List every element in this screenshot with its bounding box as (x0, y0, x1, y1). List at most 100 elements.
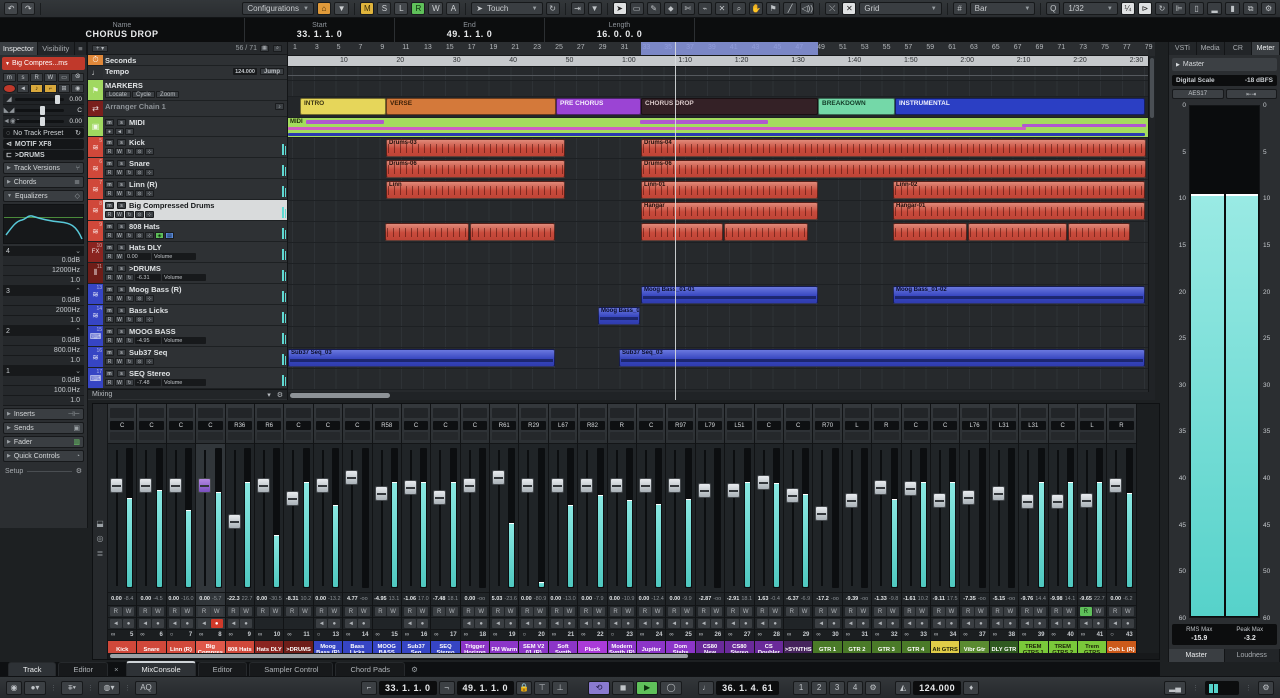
channel-pan-value[interactable]: R36 (227, 421, 252, 430)
fader-cap[interactable] (785, 488, 799, 504)
arranger-active-icon[interactable]: ♪ (275, 103, 284, 110)
channel-fader-db[interactable]: -17.2 (816, 596, 829, 602)
channel-write-button[interactable]: W (122, 607, 135, 616)
channel-read-button[interactable]: R (462, 607, 475, 616)
channel-record-button[interactable]: ● (504, 619, 517, 628)
channel-record-button[interactable]: ● (1063, 619, 1075, 628)
channel-record-button[interactable]: ● (210, 619, 223, 628)
channel-pan-value[interactable]: R61 (492, 421, 517, 430)
channel-fader-area[interactable] (637, 444, 666, 593)
channel-read-button[interactable]: R (727, 607, 739, 616)
channel-read-button[interactable]: R (697, 607, 710, 616)
channel-write-button[interactable]: W (916, 607, 928, 616)
channel-rack[interactable]: R97 (666, 404, 695, 444)
channel-fader-db[interactable]: 4.77 (347, 596, 358, 602)
left-locator-value[interactable]: 33. 1. 1. 0 (379, 680, 437, 695)
fader-cap[interactable] (374, 485, 388, 501)
fader-cap[interactable] (727, 482, 741, 498)
eq-band-q[interactable]: 1.0 (3, 396, 84, 406)
mixer-channel-seq-stereo[interactable]: C-7.4818.1RW∞17SEQ Stereo (431, 404, 461, 659)
channel-pan-value[interactable]: L31 (991, 421, 1017, 430)
channel-fader-db[interactable]: -1.61 (903, 596, 916, 602)
channel-monitor-button[interactable]: ◄ (815, 619, 828, 628)
track-read-button[interactable]: R (105, 274, 114, 281)
mixer-channel-trem-gtrs-1[interactable]: L31-9.7614.4RW◄●∞39TREM GTRS 1 (1019, 404, 1049, 659)
track-mute-button[interactable]: m (105, 160, 114, 167)
inspector-lanes-icon[interactable]: ⊞ (57, 84, 71, 93)
track-mute-button[interactable]: m (105, 244, 114, 251)
track-ctrl-icon[interactable]: W (115, 232, 124, 239)
fader-cap[interactable] (550, 478, 564, 493)
track-preset-selector[interactable]: ◌ No Track Preset ↻ (3, 128, 84, 138)
channel-fader-area[interactable] (783, 444, 813, 593)
channel-pan-value[interactable]: C (168, 421, 194, 430)
tempo-jump-button[interactable]: Jump (259, 68, 284, 75)
quantize-options-icon[interactable]: ⊫ (1172, 2, 1187, 15)
fader-cap[interactable] (462, 478, 476, 493)
workspace-arrow[interactable]: ▼ (333, 2, 350, 15)
channel-fader-area[interactable] (254, 444, 284, 593)
channel-read-button[interactable]: R (815, 607, 828, 616)
channel-fader-db[interactable]: 0.00 (257, 596, 268, 602)
track-ctrl-icon[interactable]: R (105, 358, 114, 365)
iterative-quantize-icon[interactable]: ¼ (1120, 2, 1135, 15)
channel-write-button[interactable]: W (181, 607, 194, 616)
eq-band-freq[interactable]: 800.0Hz (3, 346, 84, 356)
clip-sub37-seq-03[interactable]: Sub37 Seq_03 (288, 349, 555, 367)
left-zone-toggle[interactable]: ▯ (1189, 2, 1205, 15)
inspector-delay-slider[interactable]: ◄◉► 0.00 (3, 116, 84, 127)
mixer-channel-cs-doubler[interactable]: C1.63-0.4RW◄●∞28CS Doubler (754, 404, 784, 659)
inspector-volume-slider[interactable]: ◢ 0.00 (3, 94, 84, 105)
tab-editor-left[interactable]: Editor (58, 662, 109, 676)
section-chords[interactable]: ▶ Chords ≣ (3, 176, 84, 188)
inspector-musical-mode-icon[interactable]: ♪ (30, 84, 44, 93)
lane-bass-licks[interactable]: Moog Bass_01 (288, 306, 1148, 327)
fader-cap[interactable] (198, 478, 212, 493)
track-ctrl-icon[interactable]: ⊹ (145, 190, 154, 197)
fader-cap[interactable] (168, 478, 182, 493)
track-read-button[interactable]: R (105, 379, 114, 386)
marker-settings-gear-icon[interactable]: ⚙ (865, 680, 882, 695)
mixer-channel-808-hats[interactable]: R36 -22.3 22.7 R W ◄ ● ∞ 9 808 Hats (225, 404, 255, 659)
channel-record-button[interactable]: ● (769, 619, 781, 628)
channel-rack[interactable]: R29 (519, 404, 548, 444)
channel-monitor-button[interactable]: ◄ (756, 619, 769, 628)
channel-rack[interactable]: C (343, 404, 372, 444)
arrange-horizontal-scrollbar[interactable] (288, 392, 1155, 400)
channel-fader-area[interactable] (108, 444, 137, 593)
tempo-spinner[interactable]: ♦ (963, 680, 980, 695)
track-read-button[interactable]: R (105, 253, 114, 260)
audio-activity-icon[interactable]: ⩨▾ (61, 680, 83, 695)
channel-write-button[interactable]: W (534, 607, 546, 616)
clip-hangar-01[interactable]: Hangar-01 (893, 202, 1145, 220)
fader-cap[interactable] (756, 475, 770, 491)
channel-record-button[interactable]: ● (945, 619, 958, 628)
channel-rack[interactable]: C (137, 404, 166, 444)
channel-fader-area[interactable] (166, 444, 196, 593)
channel-rack[interactable]: C (401, 404, 431, 444)
channel-fader-area[interactable] (343, 444, 372, 593)
channel-fader-area[interactable] (548, 444, 578, 593)
channel-write-button[interactable]: W (563, 607, 576, 616)
channel-read-button[interactable]: R (492, 607, 504, 616)
mixer-channel-sem-v2-01-r-[interactable]: R290.00-80.9RW◄●○20SEM V2 01 (R) (519, 404, 549, 659)
track-row[interactable]: ≋ 16 m s Sub37 Seq R W ↻ ⊙ ⊹ (88, 347, 287, 368)
channel-read-button[interactable]: R (580, 607, 592, 616)
solo-all-button[interactable]: S (377, 2, 392, 15)
channel-rack[interactable]: C (637, 404, 666, 444)
track-solo-button[interactable]: s (117, 119, 126, 126)
redo-icon[interactable]: ↷ (21, 2, 36, 15)
info-start[interactable]: Start 33. 1. 1. 0 (245, 18, 395, 42)
channel-record-button[interactable]: ● (181, 619, 194, 628)
track-ctrl-icon[interactable]: R (105, 211, 114, 218)
fader-cap[interactable] (844, 493, 858, 509)
track-ctrl-icon[interactable]: W (115, 358, 124, 365)
fader-cap[interactable] (1021, 493, 1035, 509)
mixer-channel-trem-gtrs-2[interactable]: C-9.9814.1RW◄●∞40TREM GTRS 2 (1048, 404, 1078, 659)
eq-bypass-icon[interactable]: ◇ (75, 192, 80, 200)
channel-fader-area[interactable] (901, 444, 930, 593)
channel-rack[interactable]: L31 (1019, 404, 1048, 444)
mixer-channel-soft-synth[interactable]: L670.00-13.0RW◄●∞21Soft Synth (548, 404, 579, 659)
channel-fader-area[interactable] (1107, 444, 1136, 593)
channel-record-button[interactable]: ● (1092, 619, 1105, 628)
